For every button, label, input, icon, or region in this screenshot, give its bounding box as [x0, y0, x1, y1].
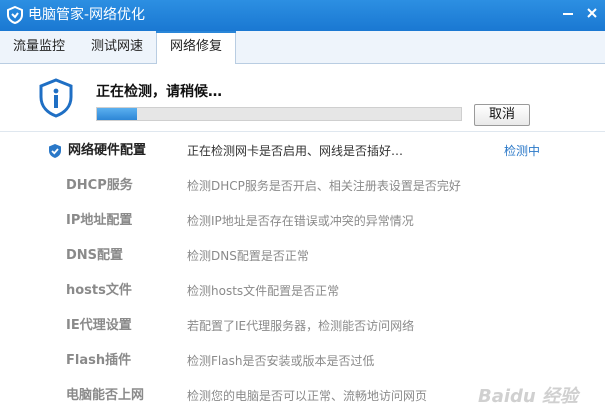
progress-bar — [96, 107, 462, 121]
item-desc: 检测您的电脑是否可以正常、流畅地访问网页 — [187, 389, 428, 403]
pc-manager-logo-icon — [7, 6, 23, 24]
tab-traffic-monitor[interactable]: 流量监控 — [0, 31, 78, 63]
list-item-ip-config: IP地址配置 检测IP地址是否存在错误或冲突的异常情况 — [0, 210, 605, 232]
tab-speed-test[interactable]: 测试网速 — [78, 31, 156, 63]
item-desc: 检测DNS配置是否正常 — [187, 249, 309, 263]
item-name: DNS配置 — [66, 248, 124, 263]
item-desc: 检测IP地址是否存在错误或冲突的异常情况 — [187, 214, 414, 228]
title-bar: 电脑管家-网络优化 — [0, 0, 605, 31]
progress-fill — [97, 108, 138, 120]
close-button[interactable] — [584, 5, 600, 21]
list-item-ie-proxy: IE代理设置 若配置了IE代理服务器，检测能否访问网络 — [0, 315, 605, 337]
list-item-hosts-file: hosts文件 检测hosts文件配置是否正常 — [0, 280, 605, 302]
cancel-button[interactable]: 取消 — [474, 104, 530, 126]
watermark: Baidu 经验 — [478, 386, 579, 407]
close-icon — [587, 8, 597, 18]
divider — [0, 131, 605, 132]
shield-check-icon — [49, 144, 61, 158]
tab-bar: 流量监控 测试网速 网络修复 — [0, 31, 605, 64]
minimize-icon — [563, 13, 573, 15]
item-desc: 检测Flash是否安装或版本是否过低 — [187, 354, 375, 368]
item-name: hosts文件 — [66, 283, 132, 298]
item-desc: 若配置了IE代理服务器，检测能否访问网络 — [187, 319, 415, 333]
item-name: IE代理设置 — [66, 318, 132, 333]
item-name: 网络硬件配置 — [68, 143, 147, 158]
item-name: IP地址配置 — [66, 213, 133, 228]
shield-info-icon — [39, 78, 73, 118]
list-item-network-hardware: 网络硬件配置 正在检测网卡是否启用、网线是否插好… 检测中 — [0, 140, 605, 162]
list-item-dns-config: DNS配置 检测DNS配置是否正常 — [0, 245, 605, 267]
list-item-dhcp: DHCP服务 检测DHCP服务是否开启、相关注册表设置是否完好 — [0, 175, 605, 197]
window-title: 电脑管家-网络优化 — [28, 7, 146, 23]
tab-network-repair[interactable]: 网络修复 — [156, 31, 236, 64]
status-text: 正在检测，请稍候… — [96, 84, 222, 100]
item-desc: 检测DHCP服务是否开启、相关注册表设置是否完好 — [187, 179, 461, 193]
item-desc: 检测hosts文件配置是否正常 — [187, 284, 340, 298]
item-state: 检测中 — [504, 144, 541, 158]
item-name: DHCP服务 — [66, 178, 133, 193]
minimize-button[interactable] — [560, 5, 576, 21]
item-name: 电脑能否上网 — [66, 388, 145, 403]
item-desc: 正在检测网卡是否启用、网线是否插好… — [187, 144, 404, 158]
list-item-flash-plugin: Flash插件 检测Flash是否安装或版本是否过低 — [0, 350, 605, 372]
item-name: Flash插件 — [66, 353, 132, 368]
